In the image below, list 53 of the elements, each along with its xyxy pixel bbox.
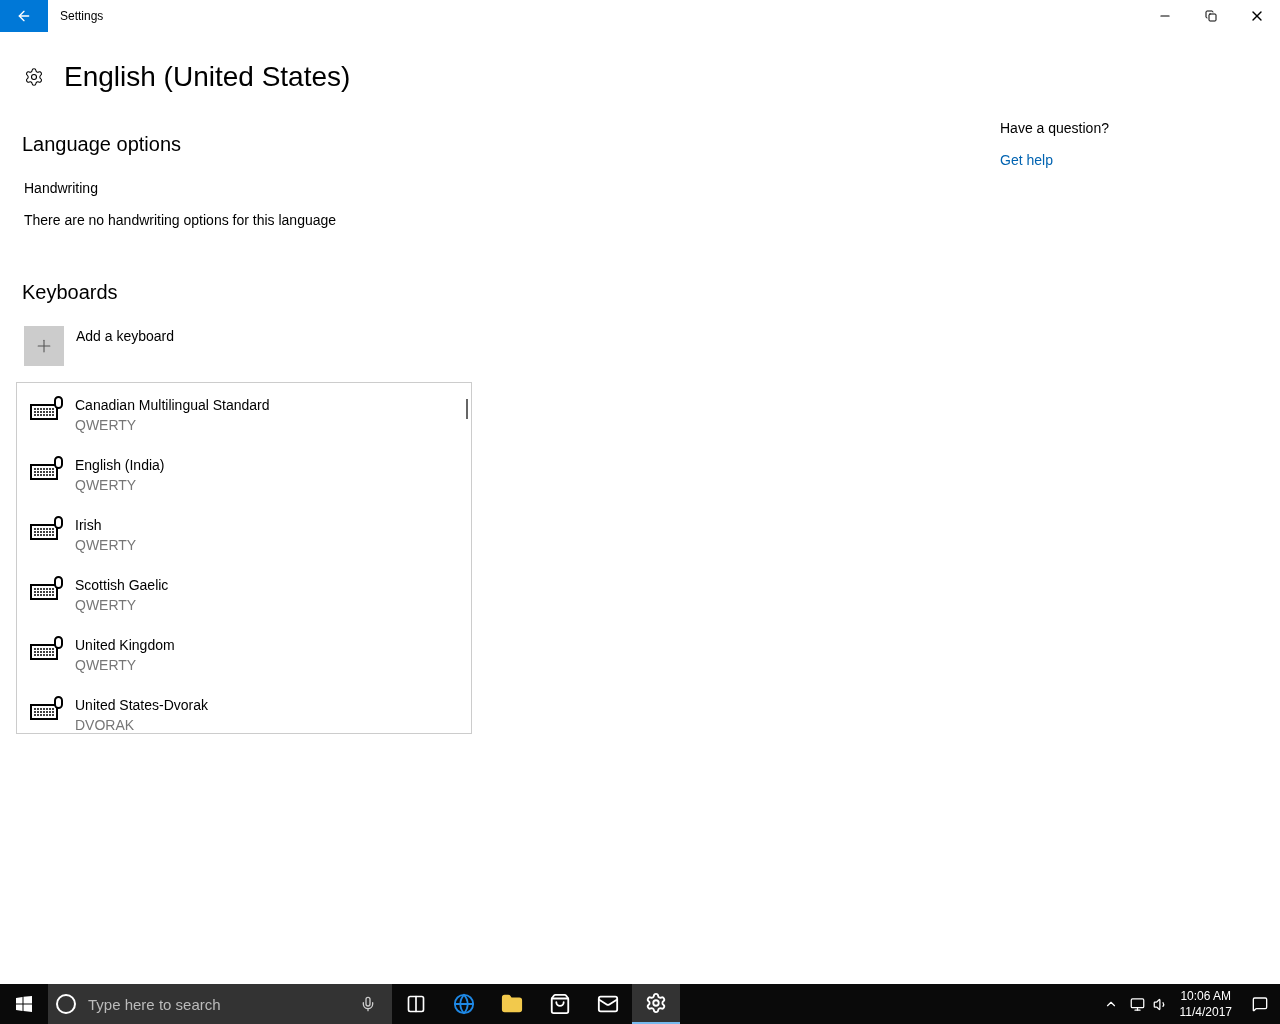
shopping-bag-icon <box>549 993 571 1015</box>
keyboard-icon <box>29 515 63 543</box>
section-heading: Keyboards <box>22 280 119 305</box>
taskbar-app-button[interactable] <box>632 984 680 1024</box>
browser-icon <box>453 993 475 1015</box>
back-button[interactable] <box>0 0 48 32</box>
keyboard-name: English (India) <box>75 456 165 475</box>
window-title: Settings <box>60 8 104 24</box>
keyboard-item[interactable]: United Kingdom QWERTY <box>17 623 471 683</box>
keyboard-layout: QWERTY <box>75 596 138 615</box>
restore-icon <box>1205 10 1217 22</box>
windows-logo-icon <box>16 996 32 1012</box>
keyboard-icon <box>29 695 63 723</box>
keyboard-name: United States-Dvorak <box>75 696 209 715</box>
handwriting-label: Handwriting <box>24 179 99 198</box>
keyboard-item[interactable]: Irish QWERTY <box>17 503 471 563</box>
handwriting-message: There are no handwriting options for this language <box>24 211 338 230</box>
clock[interactable]: 10:06 AM 11/4/2017 <box>1171 988 1240 1020</box>
back-arrow-icon <box>16 8 32 24</box>
keyboard-name: Irish <box>75 516 103 535</box>
notification-icon[interactable] <box>1252 996 1268 1012</box>
folder-icon <box>501 993 523 1015</box>
search-field[interactable]: Type here to search <box>48 984 392 1024</box>
keyboard-item[interactable]: English (India) QWERTY <box>17 443 471 503</box>
keyboard-layout: QWERTY <box>75 416 138 435</box>
get-help-link[interactable]: Get help <box>1000 150 1109 170</box>
keyboard-name: Canadian Multilingual Standard <box>75 396 270 415</box>
help-heading: Have a question? <box>1000 119 1109 138</box>
keyboard-item[interactable]: Scottish Gaelic QWERTY <box>17 563 471 623</box>
settings-icon <box>645 992 667 1014</box>
keyboard-item[interactable]: Canadian Multilingual Standard QWERTY <box>17 383 471 443</box>
network-icon[interactable] <box>1129 996 1145 1012</box>
task-view-icon <box>406 994 426 1014</box>
keyboard-icon <box>29 455 63 483</box>
section-heading: Language options <box>22 132 183 157</box>
keyboard-name: Scottish Gaelic <box>75 576 169 595</box>
add-keyboard-button[interactable]: Add a keyboard <box>24 326 175 366</box>
clock-time: 10:06 AM <box>1180 988 1232 1004</box>
clock-date: 11/4/2017 <box>1179 1004 1232 1020</box>
keyboard-icon <box>29 575 63 603</box>
keyboard-layout: QWERTY <box>75 536 137 555</box>
keyboard-icon <box>29 395 63 423</box>
mail-icon <box>597 993 619 1015</box>
microphone-icon <box>360 996 376 1012</box>
keyboard-layout: DVORAK <box>75 716 136 733</box>
keyboard-layout: QWERTY <box>75 476 138 495</box>
keyboard-icon <box>29 635 63 663</box>
page-title: English (United States) <box>64 60 351 94</box>
keyboard-name: United Kingdom <box>75 636 175 655</box>
keyboard-layout: QWERTY <box>75 656 138 675</box>
scrollbar-thumb[interactable] <box>466 399 468 419</box>
settings-icon <box>24 67 44 87</box>
keyboard-item[interactable]: United States-Dvorak DVORAK <box>17 683 471 733</box>
